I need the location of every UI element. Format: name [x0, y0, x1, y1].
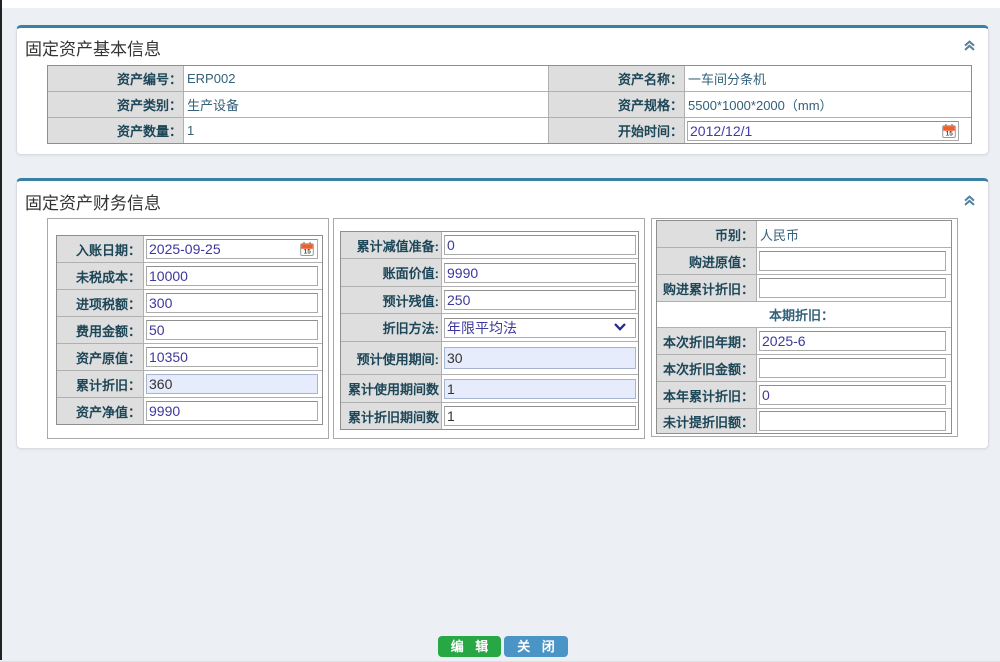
svg-text:15: 15 [304, 249, 312, 256]
svg-text:15: 15 [946, 130, 954, 137]
